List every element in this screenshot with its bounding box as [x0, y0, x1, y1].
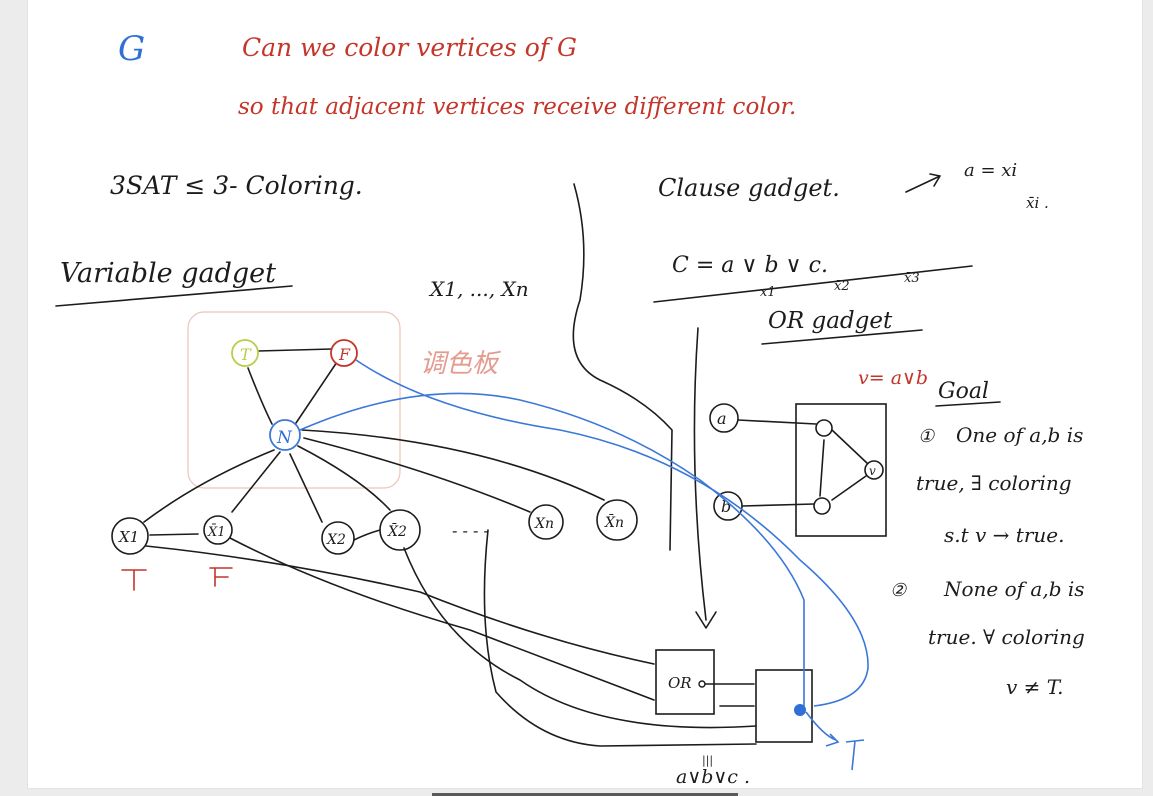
or-gadget-edges [737, 419, 869, 507]
svg-text:Xn: Xn [534, 516, 554, 532]
node-N: N [269, 419, 301, 451]
svg-text:N: N [276, 428, 293, 448]
or-node-v: v [864, 460, 884, 480]
or-internal-node-top [815, 419, 833, 437]
goal-item2-line3: v ≠ T. [1006, 675, 1064, 699]
equivalence-mark: ||| [702, 754, 713, 768]
goal-item2-number: ② [890, 580, 907, 601]
goal-item1-line2: true, ∃ coloring [916, 471, 1072, 495]
variable-gadget-title: Variable gadget [60, 258, 276, 289]
mapping-a: a = xi [964, 160, 1017, 181]
clause-sub-a: x1 [760, 285, 776, 300]
goal-item1-line1: One of a,b is [956, 423, 1083, 447]
variables-range: X1, ..., Xn [428, 277, 529, 301]
output-dot [794, 704, 806, 716]
blue-connections [299, 359, 869, 747]
output-T-glyph [845, 739, 865, 771]
node-F: F [330, 339, 358, 367]
truth-mark-x1-bar [209, 567, 233, 587]
node-x1-bar: X̄1 [203, 515, 233, 545]
graph-label: G [118, 29, 145, 69]
svg-text:a: a [717, 409, 727, 428]
clause-gadget-title: Clause gadget. [658, 174, 840, 202]
goal-title: Goal [938, 379, 989, 404]
question-line-1: Can we color vertices of G [242, 33, 577, 62]
svg-text:X̄2: X̄2 [387, 522, 407, 540]
node-x1: X1 [111, 517, 149, 555]
node-xn: Xn [528, 504, 564, 540]
or-box-1-port [698, 680, 706, 688]
node-x2-bar: X̄2 [379, 509, 421, 551]
clause-sub-b: x̄2 [834, 279, 850, 294]
or-node-a: a [709, 403, 739, 433]
question-line-2: so that adjacent vertices receive differ… [238, 94, 796, 120]
or-gadget-formula: v= a∨b [858, 367, 928, 389]
node-xn-bar: X̄n [596, 499, 638, 541]
variable-ellipsis: - - - - [452, 521, 489, 540]
section-divider-curve [572, 183, 673, 551]
svg-text:X2: X2 [326, 532, 346, 548]
or-gadget-pointer [693, 327, 707, 621]
diagram-svg: G Can we color vertices of G so that adj… [55, 29, 1085, 788]
svg-text:X̄1: X̄1 [207, 524, 226, 540]
goal-item1-number: ① [918, 426, 935, 447]
or-internal-node-bottom [813, 497, 831, 515]
variable-gadget-underline [55, 285, 293, 307]
or-box-1-label: OR [668, 674, 692, 692]
node-x2: X2 [321, 521, 355, 555]
goal-item1-line3: s.t v → true. [944, 523, 1064, 547]
svg-text:X̄n: X̄n [604, 513, 624, 531]
mapping-arrow [905, 173, 941, 193]
truth-mark-x1 [121, 569, 147, 591]
clause-result: a∨b∨c . [676, 766, 750, 788]
reduction-statement: 3SAT ≤ 3- Coloring. [110, 171, 363, 200]
goal-item2-line2: true. ∀ coloring [928, 625, 1085, 649]
clause-sub-c: x̄3 [904, 271, 920, 286]
svg-text:X1: X1 [118, 528, 139, 546]
svg-text:T: T [240, 345, 252, 364]
node-T: T [231, 339, 259, 367]
palette-annotation: 调色板 [420, 349, 502, 379]
or-gadget-title: OR gadget [768, 308, 893, 334]
mapping-xi-bar: x̄i . [1026, 194, 1049, 212]
goal-item2-line1: None of a,b is [943, 577, 1085, 601]
svg-text:v: v [869, 464, 876, 478]
clause-formula: C = a ∨ b ∨ c. [672, 253, 828, 278]
output-T: T [868, 767, 869, 769]
svg-text:F: F [338, 345, 351, 364]
